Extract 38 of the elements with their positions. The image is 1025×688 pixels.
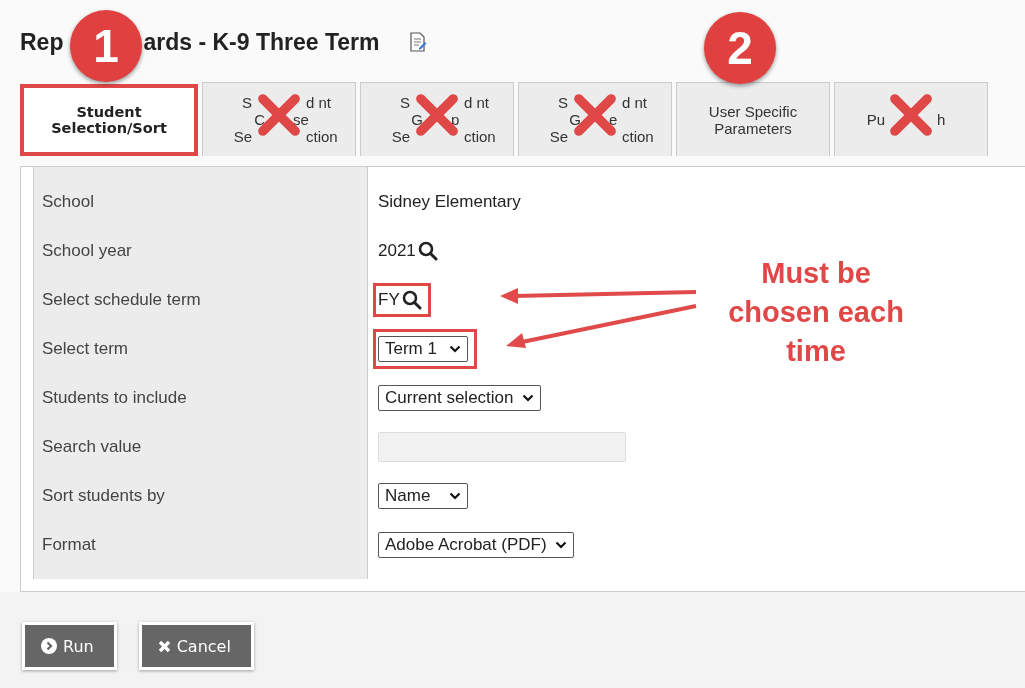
tab[interactable]: S d nt G e Se ction [518, 82, 672, 156]
arrow-circle-icon [41, 638, 57, 654]
run-button[interactable]: Run [22, 622, 117, 670]
chevron-down-icon [449, 491, 461, 500]
tab[interactable]: S d nt C se Se ction [202, 82, 356, 156]
field-label: Format [42, 534, 96, 555]
field-label: Search value [42, 436, 142, 457]
field-label: School [42, 191, 94, 212]
tab[interactable]: Pu h [834, 82, 988, 156]
callout-text: chosen each [728, 295, 904, 330]
document-edit-icon[interactable] [409, 32, 428, 52]
chevron-down-icon [554, 540, 567, 549]
field-label: Select schedule term [42, 289, 201, 310]
dropdown[interactable]: Term 1 [378, 335, 468, 362]
chevron-down-icon [449, 344, 461, 353]
report-title: ards - K-9 Three Term [143, 28, 380, 56]
tab[interactable]: User Specific Parameters [676, 82, 830, 156]
field-label: Sort students by [42, 485, 165, 506]
close-icon [157, 639, 171, 653]
field-value: FY [378, 289, 400, 310]
field-value: Sidney Elementary [378, 191, 521, 212]
search-icon[interactable] [417, 240, 438, 261]
dropdown[interactable]: Name [378, 482, 468, 509]
callout-text: Must be [761, 256, 871, 291]
chevron-down-icon [521, 393, 534, 402]
field-label: Select term [42, 338, 128, 359]
report-title: Rep [20, 28, 64, 56]
field-label: School year [42, 240, 132, 261]
dropdown[interactable]: Current selection [378, 384, 541, 411]
search-icon[interactable] [401, 289, 422, 310]
callout-text: time [786, 334, 846, 369]
number-badge: 2 [704, 12, 776, 84]
field-label: Students to include [42, 387, 187, 408]
tab[interactable]: Student Selection/Sort [20, 84, 198, 156]
number-badge: 1 [70, 10, 142, 82]
dropdown[interactable]: Adobe Acrobat (PDF) [378, 531, 574, 558]
cancel-button[interactable]: Cancel [138, 622, 254, 670]
field-value: 2021 [378, 240, 416, 261]
